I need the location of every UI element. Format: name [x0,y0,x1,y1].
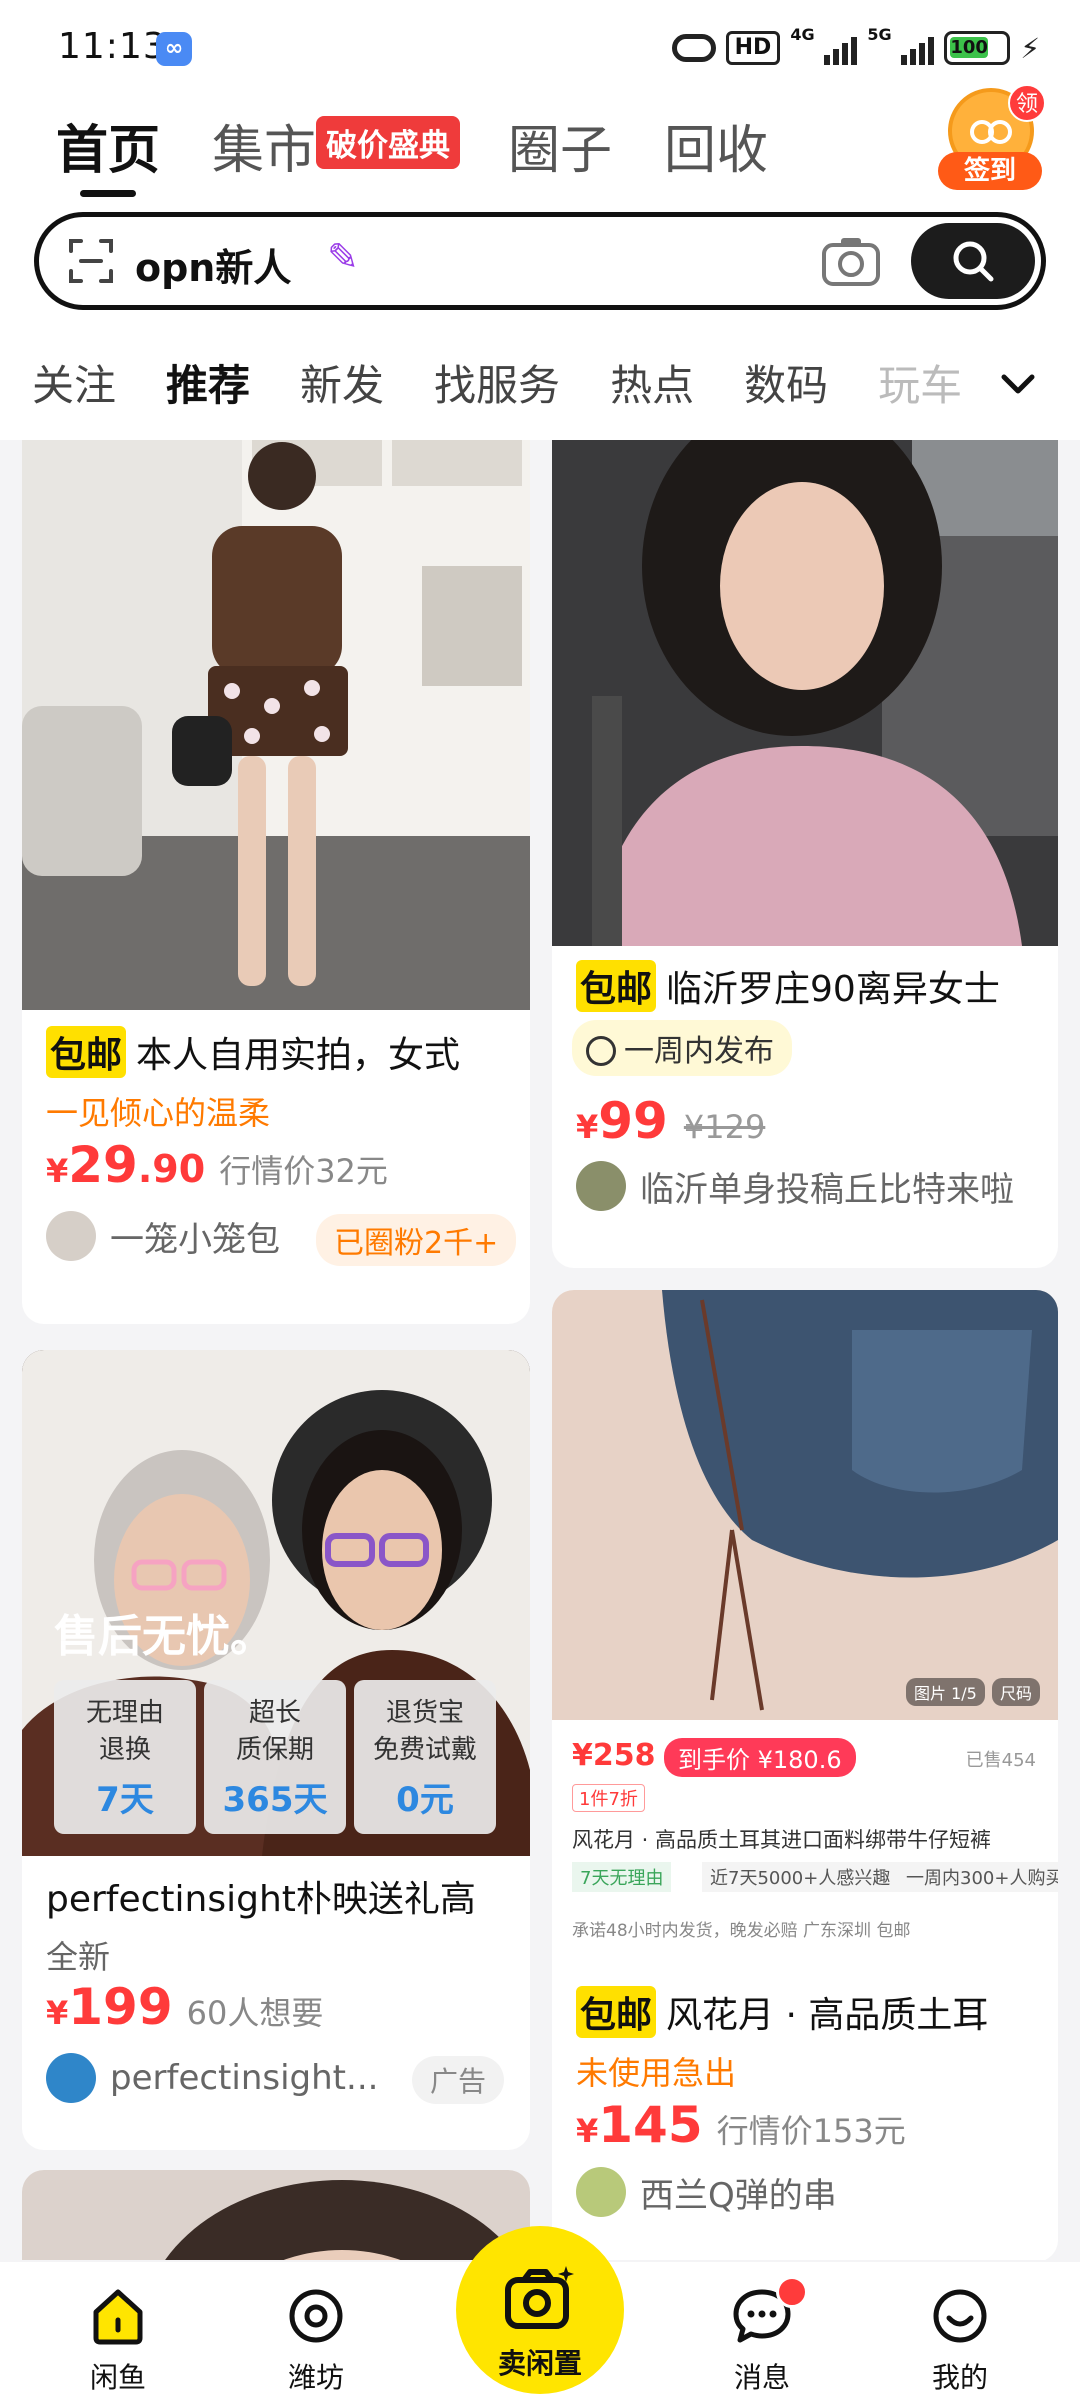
product-subtitle: 未使用急出 [576,2054,737,2092]
tab-circle[interactable]: 圈子 [508,108,612,183]
product-price: ¥199 60人想要 [46,1978,324,2036]
scan-icon[interactable] [67,237,115,285]
pencil-icon: ✎ [327,235,359,279]
status-bar: 11:13 ∞ HD 4G 5G 100 ⚡ [0,0,1080,96]
charging-icon: ⚡ [1020,31,1040,65]
search-icon [953,241,994,282]
status-indicators: HD 4G 5G 100 ⚡ [671,25,1040,68]
reward-badge: 领 [1008,84,1046,122]
want-count: 60人想要 [186,1994,324,2032]
market-price-note: 行情价153元 [716,2112,906,2150]
signal-4g-label: 4G [790,25,815,44]
category-tab-cars[interactable]: 玩车 [878,352,962,412]
category-tab-services[interactable]: 找服务 [434,352,560,412]
seller-name: 临沂单身投稿丘比特来啦 [640,1169,1014,1210]
signin-label: 签到 [938,152,1042,190]
header: 11:13 ∞ HD 4G 5G 100 ⚡ 首页 集市 圈子 回收 破价盛典 … [0,0,1080,440]
product-condition: 全新 [46,1938,111,1976]
hd-indicator: HD [725,31,781,65]
image-counter: 图片 1/5 [906,1678,985,1706]
signal-5g-icon: 5G [867,25,935,65]
home-icon [93,2289,143,2345]
market-price-note: 行情价32元 [219,1152,388,1190]
profile-icon [933,2289,987,2343]
nav-local[interactable]: 潍坊 [256,2284,376,2396]
search-button[interactable] [911,223,1035,299]
location-icon [289,2289,343,2343]
seller-name: 西兰Q弹的串 [640,2175,837,2216]
avatar [576,2167,626,2217]
avatar [46,1211,96,1261]
search-input[interactable]: opn新人 [135,237,291,292]
image-headline: 售后无忧。 [54,1611,274,1662]
product-image[interactable] [552,440,1058,946]
guarantee-box: 退货宝 免费试戴 0元 [354,1680,496,1834]
avatar [46,2053,96,2103]
camera-icon[interactable] [821,235,881,287]
seller-info[interactable]: 临沂单身投稿丘比特来啦 [576,1160,1014,1212]
chevron-down-icon[interactable] [996,362,1040,406]
product-title: 包邮 临沂罗庄90离异女士 [576,960,1000,1012]
product-image[interactable]: 图片 1/5 尺码 ¥258 到手价 ¥180.6 已售454 1件7折 风花月… [552,1290,1058,1970]
sell-button[interactable]: 卖闲置 [456,2226,624,2394]
product-image[interactable] [22,2170,530,2260]
seller-info[interactable]: 一笼小笼包 [46,1210,280,1262]
product-feed: 包邮 本人自用实拍，女式 一见倾心的温柔 ¥29.90 行情价32元 一笼小笼包 已… [0,440,1080,2260]
seller-info[interactable]: perfectinsight... [46,2052,378,2104]
tab-market[interactable]: 集市 [212,108,316,183]
product-price: ¥145 行情价153元 [576,2096,906,2154]
product-card[interactable]: 图片 1/5 尺码 ¥258 到手价 ¥180.6 已售454 1件7折 风花月… [552,1290,1058,2260]
nav-profile[interactable]: 我的 [900,2284,1020,2396]
category-tab-digital[interactable]: 数码 [744,352,828,412]
fans-badge: 已圈粉2千+ [316,1214,517,1266]
avatar [576,1161,626,1211]
product-card[interactable]: 包邮 本人自用实拍，女式 一见倾心的温柔 ¥29.90 行情价32元 一笼小笼包 已… [22,440,530,1324]
unread-dot [776,2276,808,2308]
product-image[interactable]: 售后无忧。 无理由 退换 7天 超长 质保期 365天 退货宝 免费试戴 0元 [22,1350,530,1856]
product-image[interactable] [22,440,530,1010]
seller-name: perfectinsight... [110,2058,379,2098]
product-detail-preview: ¥258 到手价 ¥180.6 已售454 1件7折 风花月 · 高品质土耳其进… [552,1720,1058,1970]
category-tab-recommend[interactable]: 推荐 [166,352,250,412]
seller-name: 一笼小笼包 [110,1219,280,1260]
signin-button[interactable]: 签到 领 [938,84,1046,192]
product-title: 包邮 本人自用实拍，女式 [46,1026,460,1078]
seller-info[interactable]: 西兰Q弹的串 [576,2166,837,2218]
product-title: 包邮 风花月 · 高品质土耳 [576,1986,988,2038]
free-shipping-tag: 包邮 [576,960,657,1012]
product-subtitle: 一见倾心的温柔 [46,1094,271,1132]
size-label: 尺码 [992,1678,1041,1706]
product-card[interactable]: 包邮 临沂罗庄90离异女士 一周内发布 ¥99 ¥129 临沂单身投稿丘比特来啦 [552,440,1058,1268]
signal-5g-label: 5G [867,25,892,44]
ad-badge: 广告 [412,2056,505,2104]
clock-icon [586,1036,616,1066]
camera-icon [505,2266,574,2329]
battery-level: 100 [950,37,988,58]
category-tab-follow[interactable]: 关注 [32,352,116,412]
category-tab-new[interactable]: 新发 [300,352,384,412]
link-icon [671,34,716,62]
product-card[interactable] [22,2170,530,2260]
notification-app-icon: ∞ [156,32,192,66]
guarantee-box: 无理由 退换 7天 [54,1680,196,1834]
category-tab-hot[interactable]: 热点 [610,352,694,412]
original-price: ¥129 [683,1108,766,1146]
free-shipping-tag: 包邮 [576,1986,657,2038]
tab-home[interactable]: 首页 [56,108,160,197]
search-bar[interactable]: opn新人 ✎ [34,212,1046,310]
product-card[interactable]: 售后无忧。 无理由 退换 7天 超长 质保期 365天 退货宝 免费试戴 0元 … [22,1350,530,2150]
product-price: ¥29.90 行情价32元 [46,1136,388,1194]
nav-home[interactable]: 闲鱼 [58,2284,178,2396]
product-title: perfectinsight朴映送礼高 [46,1879,476,1920]
publish-time-badge: 一周内发布 [572,1020,792,1076]
status-time: 11:13 [58,26,167,67]
category-tabs: 关注 推荐 新发 找服务 热点 数码 玩车 [32,352,1032,412]
free-shipping-tag: 包邮 [46,1026,127,1078]
signal-4g-icon: 4G [790,25,858,65]
tab-recycle[interactable]: 回收 [664,108,768,183]
market-promo-badge: 破价盛典 [316,116,460,169]
guarantee-box: 超长 质保期 365天 [204,1680,346,1834]
product-price: ¥99 ¥129 [576,1092,766,1150]
battery-icon: 100 [944,31,1011,65]
